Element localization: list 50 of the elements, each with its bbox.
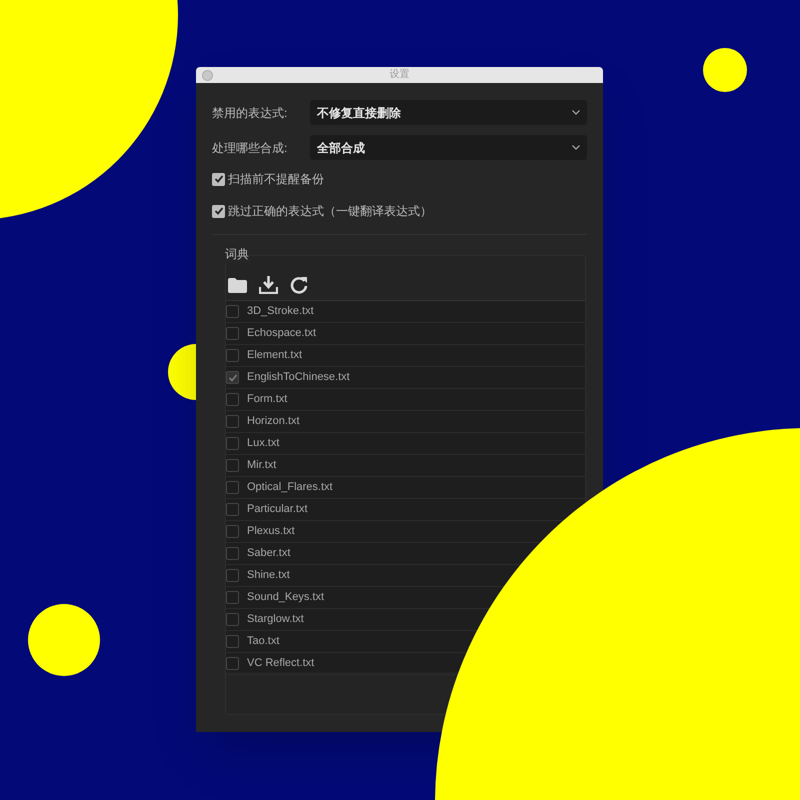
chevron-icon: [572, 145, 580, 150]
checkbox[interactable]: [226, 657, 239, 670]
field-label: 处理哪些合成:: [212, 140, 288, 156]
file-name[interactable]: Shine.txt: [247, 567, 290, 584]
file-name[interactable]: VC Reflect.txt: [247, 655, 314, 672]
checkbox[interactable]: [226, 481, 239, 494]
checkbox[interactable]: [226, 327, 239, 340]
dropdown[interactable]: 不修复直接删除: [310, 100, 587, 125]
file-name[interactable]: Particular.txt: [247, 501, 308, 518]
checkbox[interactable]: [226, 525, 239, 538]
checkbox[interactable]: [226, 349, 239, 362]
checkbox[interactable]: [226, 635, 239, 648]
file-name[interactable]: Plexus.txt: [247, 523, 295, 540]
checkbox[interactable]: [226, 569, 239, 582]
file-name[interactable]: 3D_Stroke.txt: [247, 303, 314, 320]
file-name[interactable]: EnglishToChinese.txt: [247, 369, 350, 386]
checkbox[interactable]: [212, 172, 225, 186]
file-name[interactable]: Optical_Flares.txt: [247, 479, 333, 496]
window-title: 设置: [390, 70, 410, 80]
checkbox[interactable]: [226, 503, 239, 516]
file-name[interactable]: Mir.txt: [247, 457, 276, 474]
checkbox[interactable]: [226, 393, 239, 406]
file-name[interactable]: Form.txt: [247, 391, 288, 408]
checkbox[interactable]: [226, 613, 239, 626]
dropdown[interactable]: 全部合成: [310, 135, 587, 160]
file-name[interactable]: Saber.txt: [247, 545, 290, 562]
checkbox[interactable]: [226, 437, 239, 450]
folder-icon[interactable]: [228, 278, 247, 292]
checkbox[interactable]: [226, 305, 239, 318]
close-button[interactable]: [202, 70, 213, 81]
file-name[interactable]: Tao.txt: [247, 633, 280, 650]
file-name[interactable]: Element.txt: [247, 347, 302, 364]
file-name[interactable]: Horizon.txt: [247, 413, 300, 430]
checkbox-label: 扫描前不提醒备份: [228, 171, 324, 188]
checkbox[interactable]: [226, 547, 239, 560]
checkbox[interactable]: [226, 415, 239, 428]
chevron-icon: [572, 110, 580, 115]
file-name[interactable]: Starglow.txt: [247, 611, 304, 628]
file-name[interactable]: Lux.txt: [247, 435, 280, 452]
refresh-icon[interactable]: [290, 276, 308, 294]
file-name[interactable]: Sound_Keys.txt: [247, 589, 324, 606]
checkbox[interactable]: [226, 591, 239, 604]
checkbox[interactable]: [226, 459, 239, 472]
checkbox[interactable]: [226, 371, 239, 384]
download-icon[interactable]: [259, 276, 278, 294]
checkbox-label: 跳过正确的表达式（一键翻译表达式）: [228, 203, 432, 220]
file-name[interactable]: Echospace.txt: [247, 325, 316, 342]
field-label: 禁用的表达式:: [212, 104, 288, 122]
checkbox[interactable]: [212, 204, 225, 218]
group-title: 词典: [224, 245, 250, 263]
